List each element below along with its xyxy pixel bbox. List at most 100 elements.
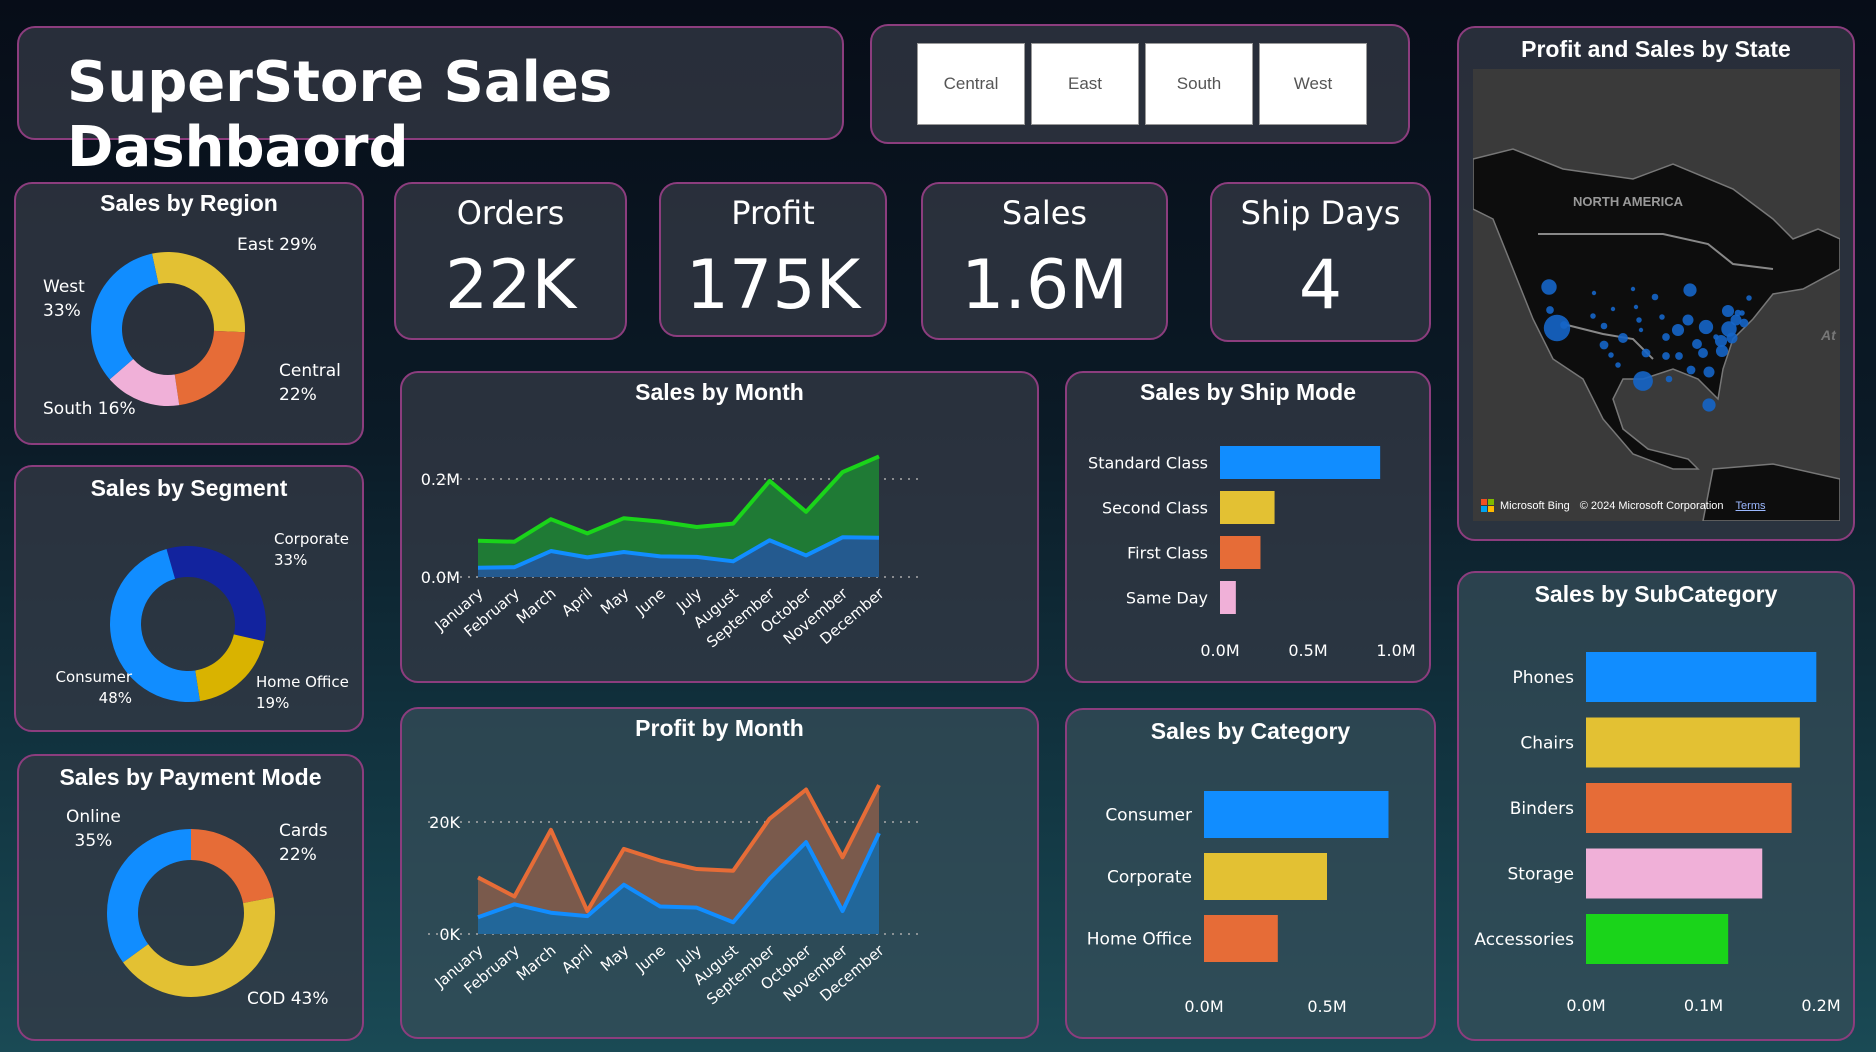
state-bubble (1682, 314, 1694, 326)
state-bubble (1541, 279, 1557, 295)
state-bubble (1590, 313, 1596, 319)
donut-slice-cod (123, 897, 275, 997)
region-button-west[interactable]: West (1259, 43, 1367, 125)
y-tick-label: 0K (439, 925, 460, 944)
label-cards: Cards 22% (279, 820, 328, 868)
bar-home-office (1204, 915, 1278, 962)
bar-same-day (1220, 581, 1236, 614)
state-bubble (1560, 321, 1568, 329)
label-cards-name: Cards (279, 821, 328, 841)
state-bubble (1638, 327, 1644, 333)
state-bubble (1651, 293, 1659, 301)
region-button-south[interactable]: South (1145, 43, 1253, 125)
region-slicer: Central East South West (870, 24, 1410, 144)
state-bubble (1608, 352, 1614, 358)
kpi-label: Orders (456, 194, 565, 232)
map-terms-link[interactable]: Terms (1736, 500, 1766, 512)
label-west-name: West (43, 277, 85, 297)
chart-title: Profit and Sales by State (1521, 36, 1791, 62)
label-central-name: Central (279, 361, 341, 381)
state-bubble (1599, 340, 1609, 350)
kpi-orders: Orders 22K (394, 182, 627, 340)
bing-brand: Microsoft Bing (1500, 499, 1570, 512)
map-land (1473, 148, 1840, 521)
label-online-name: Online (66, 807, 121, 827)
y-tick-label: 0.2M (421, 470, 460, 489)
sales-by-region-card: Sales by Region East 29% Central 22% Sout… (14, 182, 364, 445)
sales-by-month-card: Sales by Month 0.0M 0.2M January February Ma… (400, 371, 1039, 683)
label-cards-pct: 22% (279, 844, 317, 865)
state-bubble (1546, 306, 1554, 314)
sales-by-category-card: Sales by Category Consumer Corporate Home … (1065, 708, 1436, 1039)
label-west-pct: 33% (43, 300, 81, 321)
kpi-value: 22K (444, 246, 577, 325)
x-tick-label: 0.0M (1184, 997, 1223, 1016)
state-bubble (1692, 339, 1702, 349)
state-bubble (1721, 304, 1735, 318)
kpi-label: Profit (731, 194, 815, 232)
state-bubble (1630, 286, 1636, 292)
x-tick-label: March (513, 584, 560, 627)
category-label: Accessories (1474, 930, 1574, 950)
map-region-label: NORTH AMERICA (1573, 194, 1684, 209)
donut-slice-cards (191, 829, 274, 904)
x-tick-label: 0.1M (1684, 996, 1723, 1015)
microsoft-logo-icon (1481, 499, 1494, 512)
bar-binders (1586, 783, 1792, 833)
donut-slice-east (151, 252, 245, 333)
state-bubble (1739, 318, 1749, 328)
category-label: Standard Class (1088, 454, 1208, 473)
state-bubble (1702, 398, 1716, 412)
region-button-east[interactable]: East (1031, 43, 1139, 125)
state-bubble (1618, 333, 1628, 343)
x-tick-label: May (597, 941, 632, 975)
bar-accessories (1586, 914, 1729, 964)
label-south: South 16% (43, 399, 136, 419)
bar-consumer (1204, 791, 1389, 838)
profit-sales-by-state-card: Profit and Sales by State NORTH AMERICA … (1457, 26, 1855, 541)
donut-slice-corporate (166, 546, 266, 642)
x-tick-label: 1.0M (1376, 641, 1415, 660)
map-view[interactable]: NORTH AMERICA At Microsoft Bing © 2024 M… (1473, 69, 1840, 521)
map-attribution: Microsoft Bing © 2024 Microsoft Corporat… (1481, 499, 1766, 512)
state-bubble (1698, 319, 1714, 335)
sales-by-segment-card: Sales by Segment Corporate 33% Home Offic… (14, 465, 364, 732)
sales-by-month-chart: 0.0M0.2MJanuaryFebruaryMarchApril May June… (421, 454, 924, 651)
x-tick-label: 0.0M (1200, 641, 1239, 660)
label-home-office-pct: 19% (256, 694, 290, 712)
sales-by-category-chart: Consumer Corporate Home Office 0.0M 0.5M (1087, 791, 1389, 1016)
state-bubble (1703, 366, 1715, 378)
category-label: Corporate (1107, 868, 1192, 888)
category-label: Same Day (1126, 589, 1208, 608)
state-bubble (1698, 348, 1708, 358)
map-ocean-label: At (1821, 327, 1836, 343)
region-button-central[interactable]: Central (917, 43, 1025, 125)
kpi-label: Sales (1001, 194, 1088, 232)
state-bubble (1591, 290, 1597, 296)
label-consumer: Consumer 48% (48, 667, 133, 709)
category-label: Binders (1510, 799, 1574, 819)
state-bubble (1641, 348, 1651, 358)
bar-chairs (1586, 717, 1800, 768)
bar-first-class (1220, 536, 1261, 569)
state-bubble (1615, 362, 1621, 368)
category-label: Home Office (1087, 930, 1192, 950)
state-bubble (1683, 283, 1697, 297)
donut-slice-west (91, 253, 159, 380)
label-home-office: Home Office 19% (256, 672, 349, 714)
x-tick-label: March (513, 941, 560, 984)
state-bubble (1662, 352, 1670, 360)
category-label: Storage (1507, 865, 1574, 885)
state-bubble (1675, 352, 1683, 360)
x-tick-label: April (558, 584, 596, 620)
label-central: Central 22% (279, 360, 341, 408)
sales-by-ship-mode-card: Sales by Ship Mode Standard Class Second … (1065, 371, 1431, 683)
state-bubble (1671, 323, 1685, 337)
category-label: Consumer (1105, 806, 1192, 826)
category-label: Second Class (1102, 499, 1208, 518)
kpi-value: 4 (1298, 246, 1343, 325)
page-title: SuperStore Sales Dashbaord (67, 50, 613, 180)
kpi-ship-days: Ship Days 4 (1210, 182, 1431, 342)
kpi-label: Ship Days (1240, 194, 1401, 232)
state-bubble (1659, 314, 1665, 320)
